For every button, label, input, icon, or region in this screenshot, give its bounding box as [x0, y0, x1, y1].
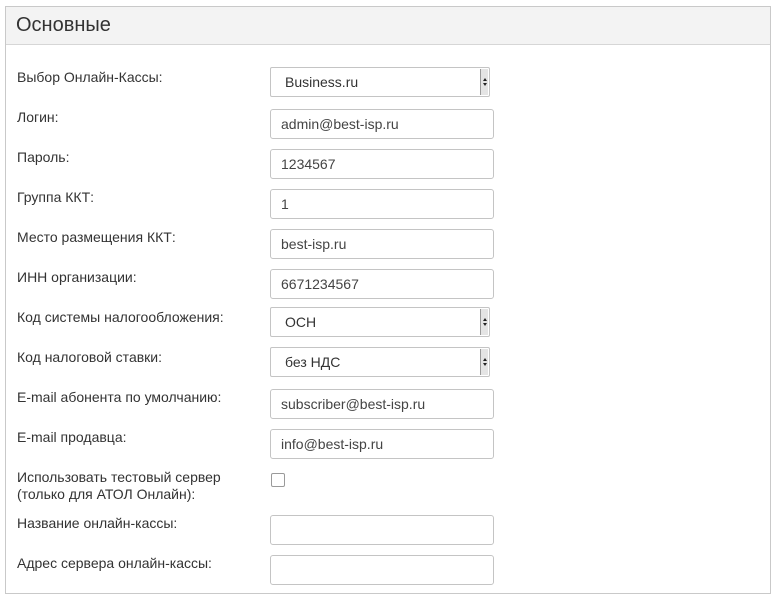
seller-email-input[interactable]: [270, 429, 494, 459]
test-server-label-line1: Использовать тестовый сервер: [17, 469, 221, 485]
kkt-location-label: Место размещения ККТ:: [17, 229, 176, 245]
select-arrow-icon: [480, 349, 488, 375]
server-address-input[interactable]: [270, 555, 494, 585]
row-tax-rate: Код налоговой ставки: без НДС: [6, 347, 770, 381]
row-seller-email: E-mail продавца:: [6, 429, 770, 461]
subscriber-email-label: E-mail абонента по умолчанию:: [17, 389, 222, 405]
row-server-address: Адрес сервера онлайн-кассы:: [6, 555, 770, 587]
inn-input[interactable]: [270, 269, 494, 299]
panel-header: Основные: [6, 7, 770, 45]
row-test-server: Использовать тестовый сервер (только для…: [6, 469, 770, 505]
row-kassa-name: Название онлайн-кассы:: [6, 515, 770, 547]
panel-title: Основные: [16, 14, 111, 36]
seller-email-label: E-mail продавца:: [17, 429, 127, 445]
select-arrow-icon: [480, 309, 488, 335]
row-password: Пароль:: [6, 149, 770, 181]
row-kkt-location: Место размещения ККТ:: [6, 229, 770, 261]
tax-rate-label: Код налоговой ставки:: [17, 349, 162, 365]
online-kassa-label: Выбор Онлайн-Кассы:: [17, 69, 163, 85]
password-label: Пароль:: [17, 149, 70, 165]
tax-system-select-value: ОСН: [285, 314, 317, 330]
select-arrow-icon: [480, 69, 488, 95]
row-subscriber-email: E-mail абонента по умолчанию:: [6, 389, 770, 421]
test-server-checkbox[interactable]: [271, 473, 285, 487]
online-kassa-select-value: Business.ru: [285, 74, 359, 90]
test-server-label: Использовать тестовый сервер (только для…: [17, 469, 221, 503]
settings-panel: Основные Выбор Онлайн-Кассы: Business.ru…: [5, 6, 771, 594]
tax-system-select[interactable]: ОСН: [270, 307, 490, 337]
login-input[interactable]: [270, 109, 494, 139]
test-server-label-line2: (только для АТОЛ Онлайн):: [17, 486, 196, 502]
kkt-group-input[interactable]: [270, 189, 494, 219]
subscriber-email-input[interactable]: [270, 389, 494, 419]
row-inn: ИНН организации:: [6, 269, 770, 301]
row-online-kassa: Выбор Онлайн-Кассы: Business.ru: [6, 67, 770, 101]
row-tax-system: Код системы налогообложения: ОСН: [6, 307, 770, 341]
tax-rate-select-value: без НДС: [285, 354, 341, 370]
online-kassa-select[interactable]: Business.ru: [270, 67, 490, 97]
inn-label: ИНН организации:: [17, 269, 137, 285]
kkt-location-input[interactable]: [270, 229, 494, 259]
row-login: Логин:: [6, 109, 770, 141]
login-label: Логин:: [17, 109, 59, 125]
kassa-name-label: Название онлайн-кассы:: [17, 515, 178, 531]
kkt-group-label: Группа ККТ:: [17, 189, 95, 205]
server-address-label: Адрес сервера онлайн-кассы:: [17, 555, 212, 571]
password-input[interactable]: [270, 149, 494, 179]
tax-rate-select[interactable]: без НДС: [270, 347, 490, 377]
tax-system-label: Код системы налогообложения:: [17, 309, 224, 325]
kassa-name-input[interactable]: [270, 515, 494, 545]
row-kkt-group: Группа ККТ:: [6, 189, 770, 221]
